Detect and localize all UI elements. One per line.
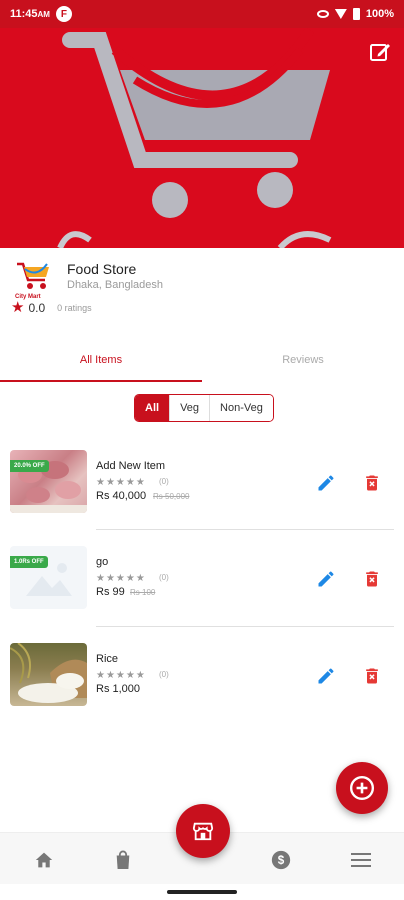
store-info: City Mart Food Store Dhaka, Bangladesh ★… — [0, 248, 404, 328]
edit-icon[interactable] — [316, 473, 336, 493]
home-icon — [35, 852, 53, 868]
item-price: Rs 40,000 — [96, 490, 147, 502]
placeholder-image: 1.0Rs OFF — [10, 546, 87, 609]
divider — [96, 529, 394, 530]
item-old-price: Rs 50,000 — [153, 492, 190, 501]
tab-reviews[interactable]: Reviews — [202, 338, 404, 382]
nav-home[interactable] — [33, 849, 55, 871]
item-stars: ★★★★★ — [96, 670, 146, 681]
nav-store-button[interactable] — [176, 804, 230, 858]
nav-earnings[interactable]: $ — [270, 849, 292, 871]
app-indicator-icon: F — [55, 6, 72, 22]
edit-icon[interactable] — [316, 569, 336, 589]
delete-icon[interactable] — [362, 665, 382, 687]
item-price: Rs 99 — [96, 586, 125, 598]
eye-icon — [316, 10, 329, 18]
item-review-count: (0) — [159, 573, 169, 582]
item-price: Rs 1,000 — [96, 683, 141, 695]
store-logo: City Mart — [13, 258, 53, 300]
rice-image — [10, 643, 87, 706]
add-item-button[interactable] — [336, 762, 388, 814]
delete-icon[interactable] — [362, 568, 382, 590]
store-icon — [192, 822, 214, 841]
item-name: Add New Item — [96, 460, 166, 472]
cart-banner-image — [57, 27, 332, 248]
nav-orders[interactable] — [112, 849, 134, 871]
status-bar: 11:45AM F 100% — [0, 0, 404, 28]
store-address: Dhaka, Bangladesh — [67, 279, 164, 291]
diet-filter: All Veg Non-Veg — [134, 394, 274, 422]
divider — [96, 626, 394, 627]
star-icon: ★ — [11, 299, 25, 316]
item-old-price: Rs 100 — [130, 588, 156, 597]
item-stars: ★★★★★ — [96, 477, 146, 488]
item-name: go — [96, 556, 109, 568]
list-item[interactable]: 1.0Rs OFF go ★★★★★ (0) Rs 99 Rs 100 — [0, 546, 404, 642]
filter-non-veg[interactable]: Non-Veg — [209, 395, 273, 421]
item-stars: ★★★★★ — [96, 573, 146, 584]
home-indicator — [167, 890, 237, 894]
filter-veg[interactable]: Veg — [169, 395, 210, 421]
item-review-count: (0) — [159, 670, 169, 679]
menu-icon — [351, 853, 371, 867]
add-circle-icon — [349, 775, 375, 801]
edit-icon[interactable] — [316, 666, 336, 686]
filter-all[interactable]: All — [135, 395, 170, 421]
dollar-icon: $ — [271, 850, 291, 870]
delete-icon[interactable] — [362, 472, 382, 494]
wifi-icon — [334, 9, 347, 19]
rating-value: 0.0 — [28, 300, 46, 315]
discount-badge: 20.0% OFF — [10, 460, 49, 472]
svg-text:$: $ — [278, 854, 285, 867]
list-item[interactable]: 20.0% OFF Add New Item ★★★★★ (0) Rs 40,0… — [0, 450, 404, 546]
cart-logo-icon — [17, 262, 49, 289]
store-name: Food Store — [67, 261, 137, 277]
bag-icon — [116, 850, 130, 869]
tab-all-items[interactable]: All Items — [0, 338, 202, 382]
discount-badge: 1.0Rs OFF — [10, 556, 48, 568]
item-review-count: (0) — [159, 477, 169, 486]
battery-level: 100% — [365, 8, 394, 20]
status-time: 11:45AM — [10, 8, 50, 20]
store-banner — [0, 0, 404, 248]
nav-menu[interactable] — [350, 849, 372, 871]
list-item[interactable]: Rice ★★★★★ (0) Rs 1,000 — [0, 643, 404, 739]
store-rating: ★ 0.0 0 ratings — [11, 300, 92, 315]
tab-bar: All Items Reviews — [0, 338, 404, 382]
item-name: Rice — [96, 653, 119, 665]
battery-icon — [352, 8, 360, 20]
edit-store-icon[interactable] — [368, 40, 392, 64]
rating-count: 0 ratings — [57, 302, 92, 313]
meat-image: 20.0% OFF — [10, 450, 87, 513]
